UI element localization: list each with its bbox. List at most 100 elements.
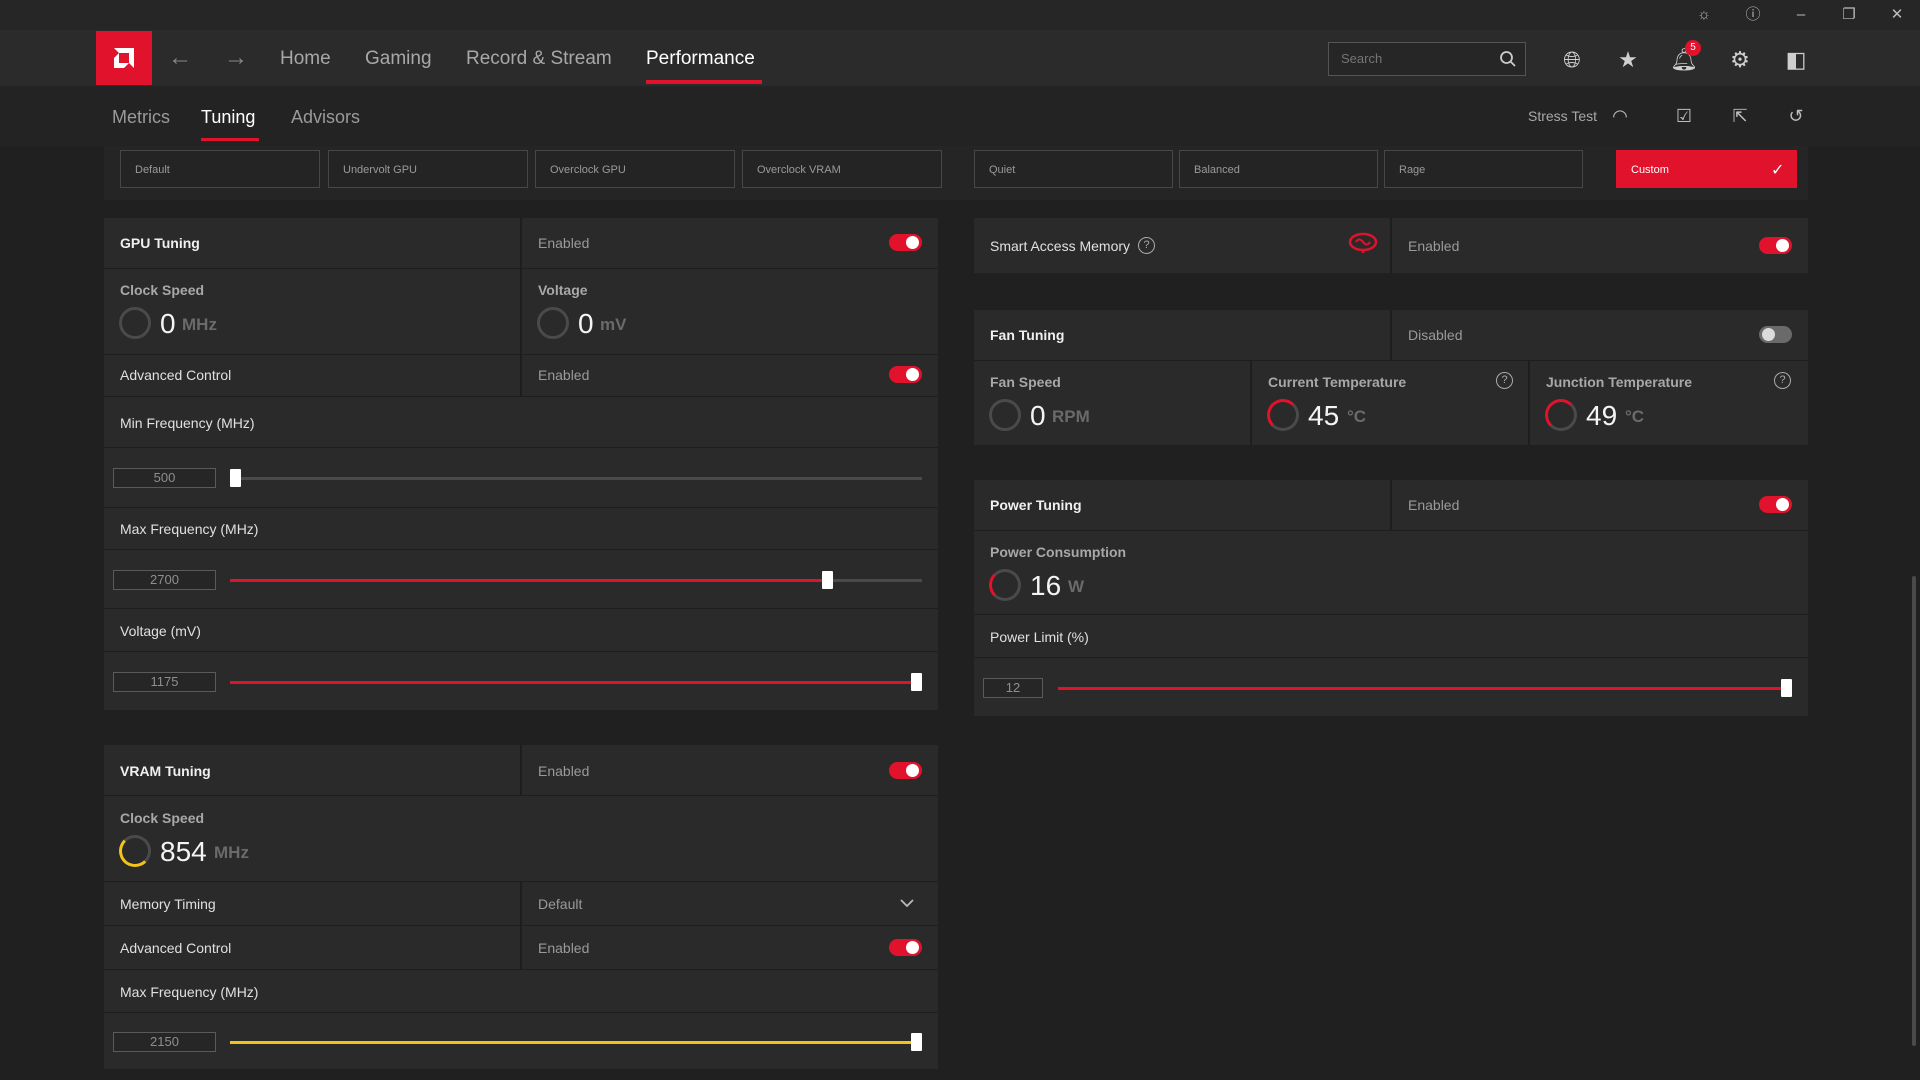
vram-clock-value: 854 xyxy=(160,836,207,867)
preset-rage[interactable]: Rage xyxy=(1384,150,1583,188)
vram-advanced-control-toggle[interactable] xyxy=(889,939,922,956)
preset-undervolt-gpu[interactable]: Undervolt GPU xyxy=(328,150,528,188)
min-frequency-label: Min Frequency (MHz) xyxy=(120,415,255,431)
search-input[interactable] xyxy=(1341,51,1491,66)
preset-default[interactable]: Default xyxy=(120,150,320,188)
help-icon[interactable]: ⓘ xyxy=(1742,4,1764,26)
power-limit-label: Power Limit (%) xyxy=(990,629,1089,645)
slider-track[interactable] xyxy=(230,477,922,480)
gpu-clock-speed-label: Clock Speed xyxy=(120,282,205,298)
slider-thumb[interactable] xyxy=(911,1033,922,1051)
apply-icon[interactable]: ☑ xyxy=(1671,103,1697,129)
slider-thumb[interactable] xyxy=(822,571,833,589)
brain-icon-svg xyxy=(1348,232,1378,253)
current-temperature-gauge xyxy=(1267,399,1299,431)
smart-access-memory-state: Enabled xyxy=(1408,238,1460,254)
power-limit-input[interactable]: 12 xyxy=(983,678,1043,698)
title-bar: ☼ ⓘ – ❐ ✕ xyxy=(0,0,1920,30)
close-icon[interactable]: ✕ xyxy=(1886,4,1908,26)
tab-advisors[interactable]: Advisors xyxy=(291,107,360,128)
tab-tuning[interactable]: Tuning xyxy=(201,107,255,128)
nav-record-stream[interactable]: Record & Stream xyxy=(466,48,612,70)
power-tuning-state: Enabled xyxy=(1408,497,1460,513)
column-divider xyxy=(520,745,522,795)
max-frequency-slider[interactable] xyxy=(230,570,922,590)
vram-max-frequency-input[interactable]: 2150 xyxy=(113,1032,216,1052)
vram-max-frequency-label: Max Frequency (MHz) xyxy=(120,984,259,1000)
gear-icon[interactable]: ⚙ xyxy=(1726,46,1754,74)
nav-gaming[interactable]: Gaming xyxy=(365,48,432,70)
column-divider xyxy=(1528,361,1530,445)
slider-thumb[interactable] xyxy=(911,673,922,691)
power-tuning-toggle[interactable] xyxy=(1759,496,1792,513)
preset-quiet[interactable]: Quiet xyxy=(974,150,1173,188)
power-limit-slider[interactable] xyxy=(1058,678,1792,698)
vram-clock-speed-label: Clock Speed xyxy=(120,810,205,826)
row-divider xyxy=(104,549,938,550)
help-icon[interactable]: ? xyxy=(1496,372,1513,389)
preset-overclock-gpu[interactable]: Overclock GPU xyxy=(535,150,735,188)
back-arrow-icon[interactable]: ← xyxy=(168,44,192,72)
tab-metrics[interactable]: Metrics xyxy=(112,107,170,128)
forward-arrow-icon[interactable]: → xyxy=(224,44,248,72)
help-icon[interactable]: ? xyxy=(1774,372,1791,389)
reset-icon[interactable]: ↺ xyxy=(1783,103,1809,129)
preset-overclock-vram[interactable]: Overclock VRAM xyxy=(742,150,942,188)
vram-tuning-state: Enabled xyxy=(538,763,590,779)
memory-timing-value: Default xyxy=(538,896,583,912)
gpu-tuning-toggle[interactable] xyxy=(889,234,922,251)
column-divider xyxy=(520,218,522,354)
search-box[interactable] xyxy=(1328,42,1526,76)
voltage-mv-slider[interactable] xyxy=(230,672,922,692)
preset-balanced[interactable]: Balanced xyxy=(1179,150,1378,188)
junction-temperature-label: Junction Temperature xyxy=(1546,374,1692,390)
min-frequency-input[interactable]: 500 xyxy=(113,468,216,488)
vram-clock-gauge xyxy=(119,835,151,867)
slider-thumb[interactable] xyxy=(1781,679,1792,697)
row-divider xyxy=(104,268,938,269)
fan-tuning-toggle[interactable] xyxy=(1759,326,1792,343)
row-divider xyxy=(974,614,1808,615)
gpu-advanced-control-toggle[interactable] xyxy=(889,366,922,383)
smart-access-memory-toggle[interactable] xyxy=(1759,237,1792,254)
voltage-mv-input[interactable]: 1175 xyxy=(113,672,216,692)
row-divider xyxy=(104,1012,938,1013)
memory-timing-label: Memory Timing xyxy=(120,896,216,912)
power-consumption-unit: W xyxy=(1068,577,1085,596)
vram-advanced-control-state: Enabled xyxy=(538,940,590,956)
export-icon[interactable]: ⇱ xyxy=(1727,103,1753,129)
stress-test-gauge-icon[interactable]: ◠ xyxy=(1607,103,1633,129)
vram-max-frequency-slider[interactable] xyxy=(230,1032,922,1052)
row-divider xyxy=(104,507,938,508)
bug-icon[interactable]: ☼ xyxy=(1693,4,1715,26)
fan-tuning-title: Fan Tuning xyxy=(990,327,1065,343)
nav-home[interactable]: Home xyxy=(280,48,331,70)
sidebar-icon[interactable]: ◧ xyxy=(1782,46,1810,74)
preset-custom[interactable]: Custom ✓ xyxy=(1616,150,1797,188)
gpu-clock-gauge xyxy=(119,307,151,339)
minimize-icon[interactable]: – xyxy=(1790,4,1812,26)
star-icon[interactable]: ★ xyxy=(1614,46,1642,74)
row-divider xyxy=(974,360,1808,361)
stress-test-label[interactable]: Stress Test xyxy=(1528,108,1597,124)
gpu-clock-value: 0 xyxy=(160,308,176,339)
slider-thumb[interactable] xyxy=(230,469,241,487)
nav-performance[interactable]: Performance xyxy=(646,48,755,70)
current-temperature-label: Current Temperature xyxy=(1268,374,1407,390)
globe-icon[interactable]: 🌐︎ xyxy=(1558,46,1586,74)
chevron-down-icon xyxy=(900,899,914,908)
row-divider xyxy=(104,608,938,609)
help-icon[interactable]: ? xyxy=(1138,237,1155,254)
gpu-tuning-title: GPU Tuning xyxy=(120,235,200,251)
memory-timing-dropdown[interactable]: Default xyxy=(522,882,938,925)
max-frequency-input[interactable]: 2700 xyxy=(113,570,216,590)
restore-icon[interactable]: ❐ xyxy=(1838,4,1860,26)
gpu-advanced-control-label: Advanced Control xyxy=(120,367,232,383)
row-divider xyxy=(104,447,938,448)
min-frequency-slider[interactable] xyxy=(230,468,922,488)
slider-fill xyxy=(1058,687,1787,690)
vram-tuning-toggle[interactable] xyxy=(889,762,922,779)
amd-logo[interactable] xyxy=(96,31,152,85)
scrollbar[interactable] xyxy=(1912,576,1916,1046)
search-icon[interactable] xyxy=(1499,50,1517,68)
